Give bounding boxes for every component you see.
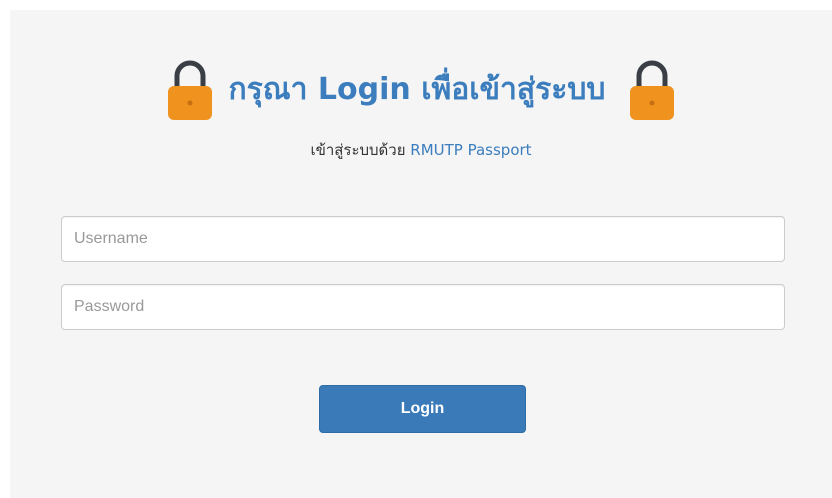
password-input[interactable] xyxy=(61,284,785,330)
lock-icon xyxy=(627,58,677,122)
login-panel: กรุณา Login เพื่อเข้าสู่ระบบ เข้าสู่ระบบ… xyxy=(10,10,832,498)
subtitle-text: เข้าสู่ระบบด้วย xyxy=(310,141,406,159)
username-input[interactable] xyxy=(61,216,785,262)
login-header: กรุณา Login เพื่อเข้าสู่ระบบ xyxy=(10,58,832,122)
rmutp-passport-link[interactable]: RMUTP Passport xyxy=(410,141,531,159)
lock-icon xyxy=(165,58,215,122)
login-subtitle: เข้าสู่ระบบด้วย RMUTP Passport xyxy=(10,138,832,162)
login-button[interactable]: Login xyxy=(319,385,526,433)
page-title: กรุณา Login เพื่อเข้าสู่ระบบ xyxy=(228,72,606,107)
